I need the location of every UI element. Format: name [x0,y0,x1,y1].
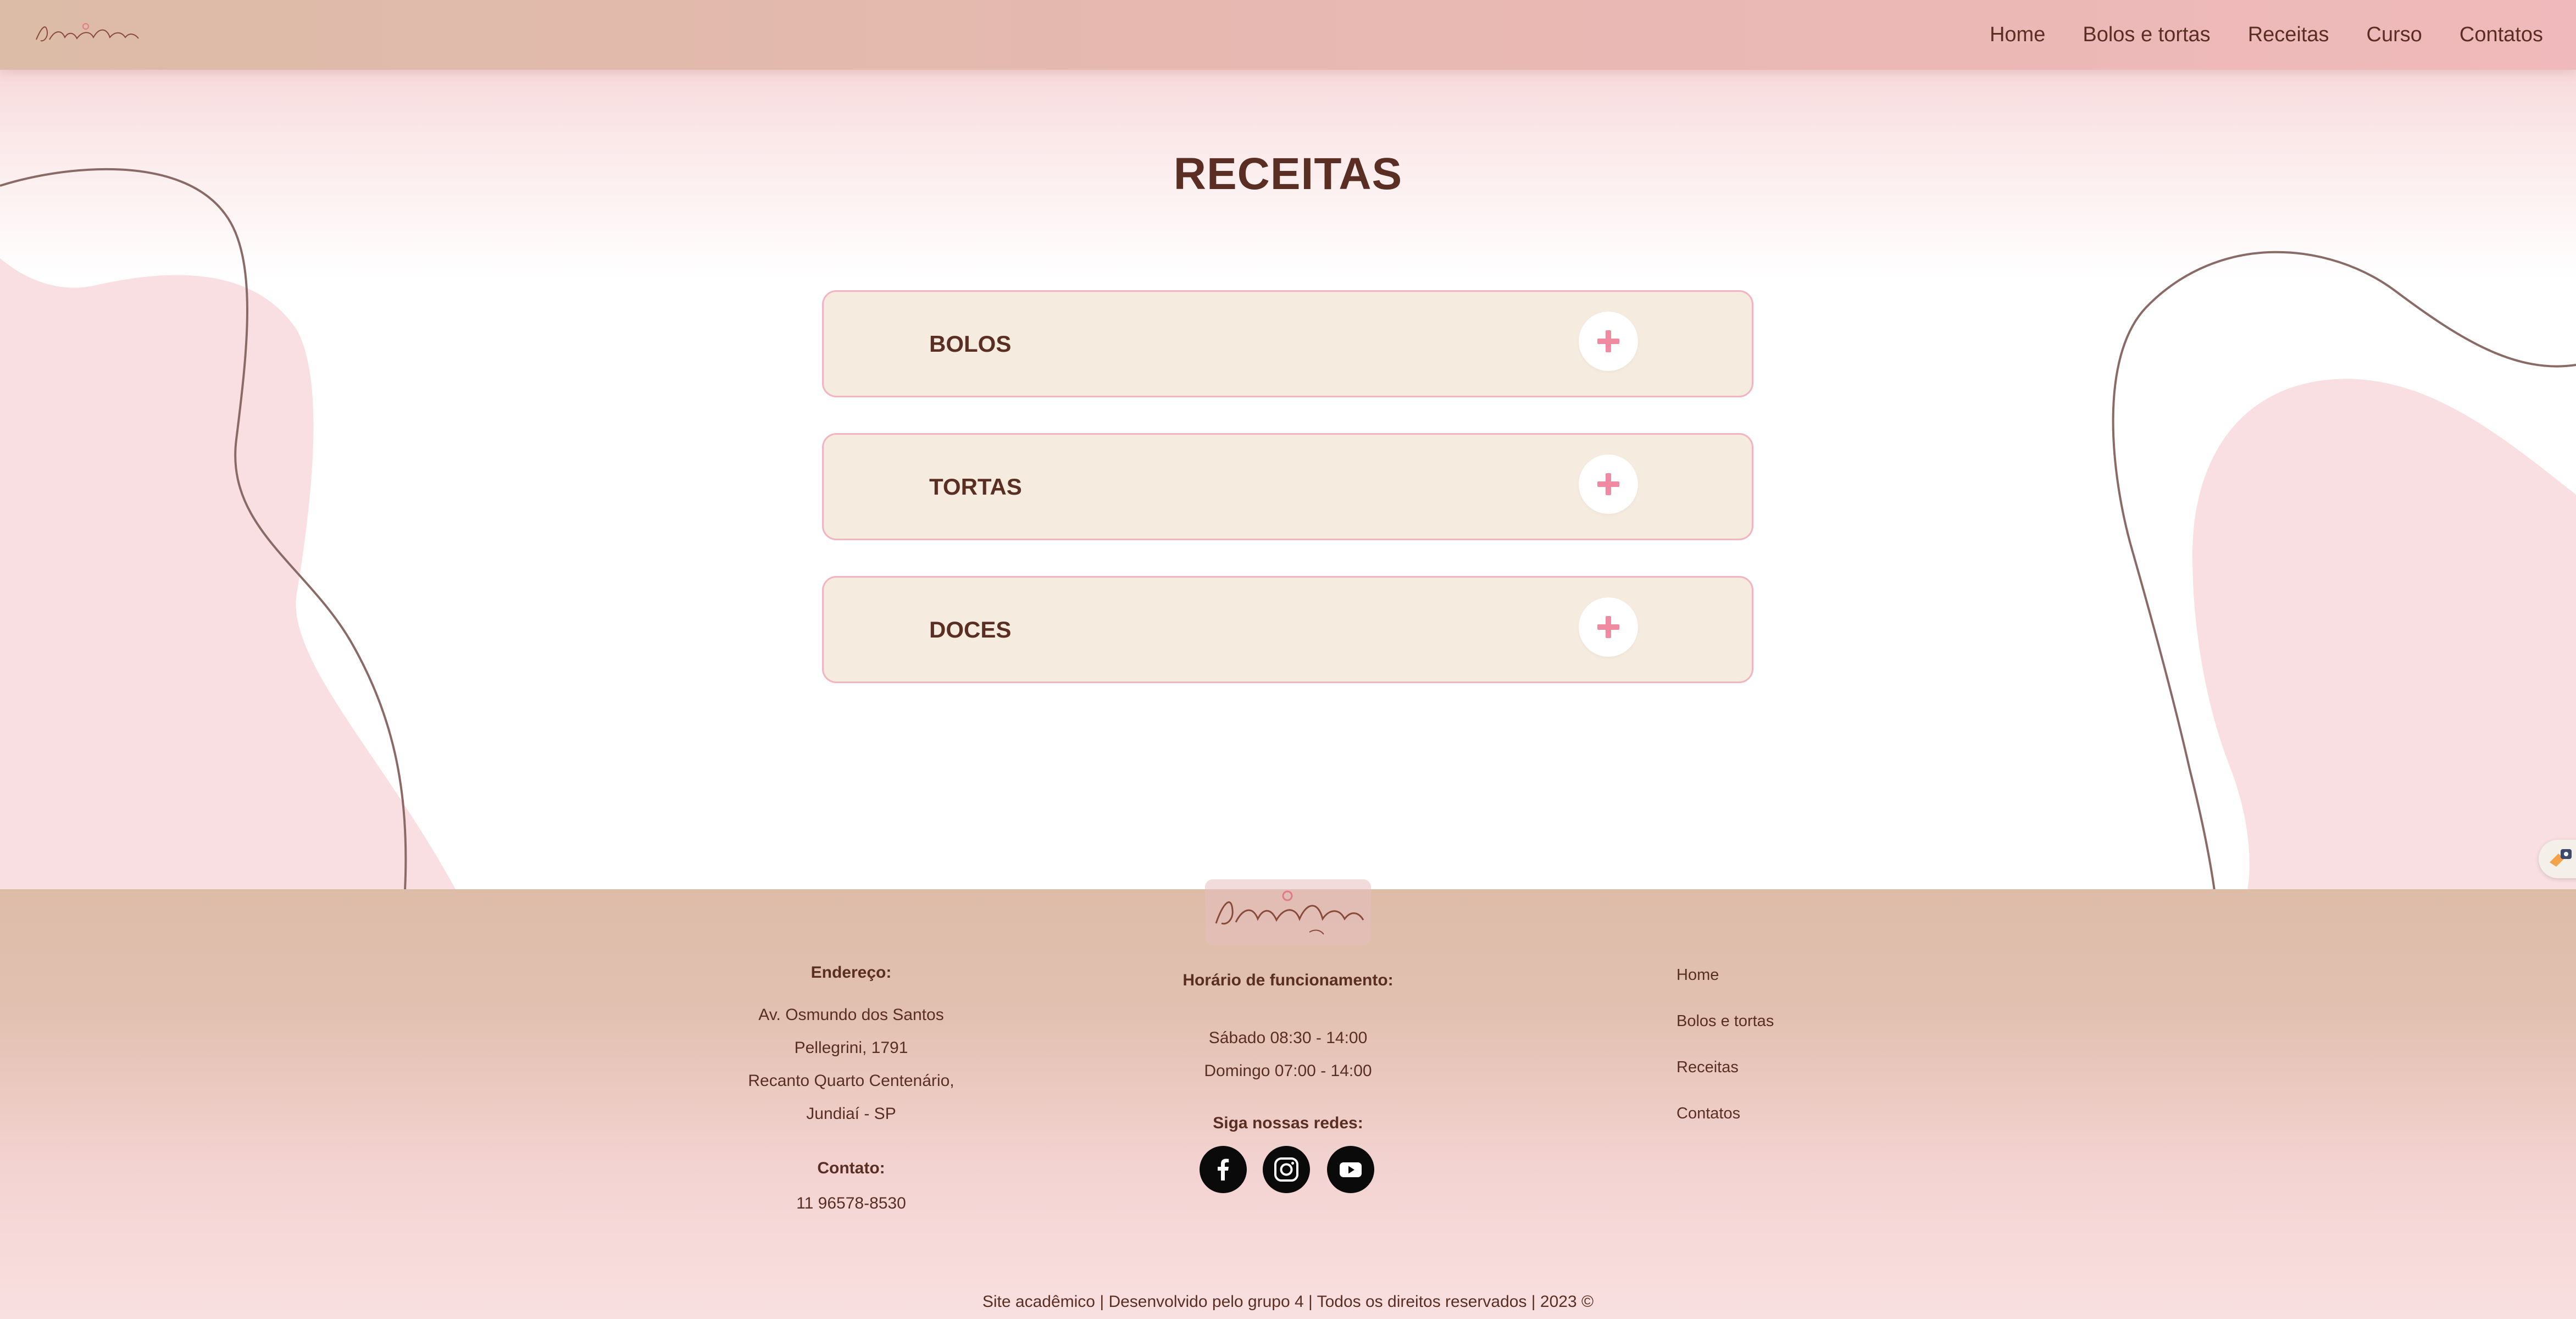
brand-logo-mark [1215,890,1364,935]
accordion-doces[interactable]: DOCES [822,576,1753,683]
top-navbar: Home Bolos e tortas Receitas Curso Conta… [0,0,2576,70]
chat-widget[interactable] [2539,840,2576,878]
footer-address: Endereço: Av. Osmundo dos Santos Pellegr… [697,963,1005,1213]
plus-icon [1597,473,1619,495]
contact-heading: Contato: [817,1159,885,1177]
social-heading: Siga nossas redes: [1213,1114,1363,1132]
expand-button[interactable] [1579,455,1638,514]
nav-home[interactable]: Home [1990,23,2045,47]
accordion-bolos[interactable]: BOLOS [822,290,1753,397]
chat-icon [2550,849,2572,867]
page-title: RECEITAS [1173,149,1403,199]
right-blob [2192,379,2576,890]
address-line: Recanto Quarto Centenário, [748,1072,954,1090]
hours-heading: Horário de funcionamento: [1182,971,1394,989]
youtube-link[interactable] [1327,1146,1374,1193]
nav-bolos-e-tortas[interactable]: Bolos e tortas [2083,23,2210,47]
copyright-text: Site acadêmico | Desenvolvido pelo grupo… [982,1293,1594,1311]
address-heading: Endereço: [810,963,892,982]
expand-button[interactable] [1579,312,1638,371]
accordion-label: BOLOS [929,331,1012,357]
brand-logo[interactable] [33,15,143,54]
nav-contatos[interactable]: Contatos [2460,23,2543,47]
accordion-label: TORTAS [929,474,1022,500]
footer-hours: Horário de funcionamento: Sábado 08:30 -… [1123,971,1453,1133]
plus-icon [1597,330,1619,352]
address-line: Pellegrini, 1791 [794,1039,908,1057]
address-lines: Av. Osmundo dos Santos Pellegrini, 1791 … [697,999,1005,1130]
footer-link-bolos-e-tortas[interactable]: Bolos e tortas [1676,1012,1774,1030]
facebook-icon [1218,1159,1229,1181]
footer-link-contatos[interactable]: Contatos [1676,1105,1740,1123]
footer-logo [1205,879,1371,945]
instagram-icon [1274,1157,1298,1182]
youtube-icon [1340,1162,1362,1177]
hours-line: Sábado 08:30 - 14:00 [1208,1029,1368,1047]
nav-curso[interactable]: Curso [2367,23,2422,47]
main-nav: Home Bolos e tortas Receitas Curso Conta… [1990,0,2543,70]
hours-line: Domingo 07:00 - 14:00 [1204,1062,1372,1080]
hours-lines: Sábado 08:30 - 14:00 Domingo 07:00 - 14:… [1123,1022,1453,1088]
facebook-link[interactable] [1200,1146,1247,1193]
footer-link-home[interactable]: Home [1676,966,1719,984]
footer-link-receitas[interactable]: Receitas [1676,1058,1739,1077]
plus-icon [1597,616,1619,638]
left-blob [0,258,456,890]
nav-receitas[interactable]: Receitas [2248,23,2329,47]
instagram-link[interactable] [1263,1146,1310,1193]
expand-button[interactable] [1579,597,1638,657]
right-curve-line [2112,251,2576,890]
address-line: Av. Osmundo dos Santos [758,1006,944,1024]
accordion-tortas[interactable]: TORTAS [822,433,1753,540]
accordion-label: DOCES [929,617,1012,642]
contact-phone: 11 96578-8530 [796,1194,906,1212]
address-line: Jundiaí - SP [806,1105,896,1123]
